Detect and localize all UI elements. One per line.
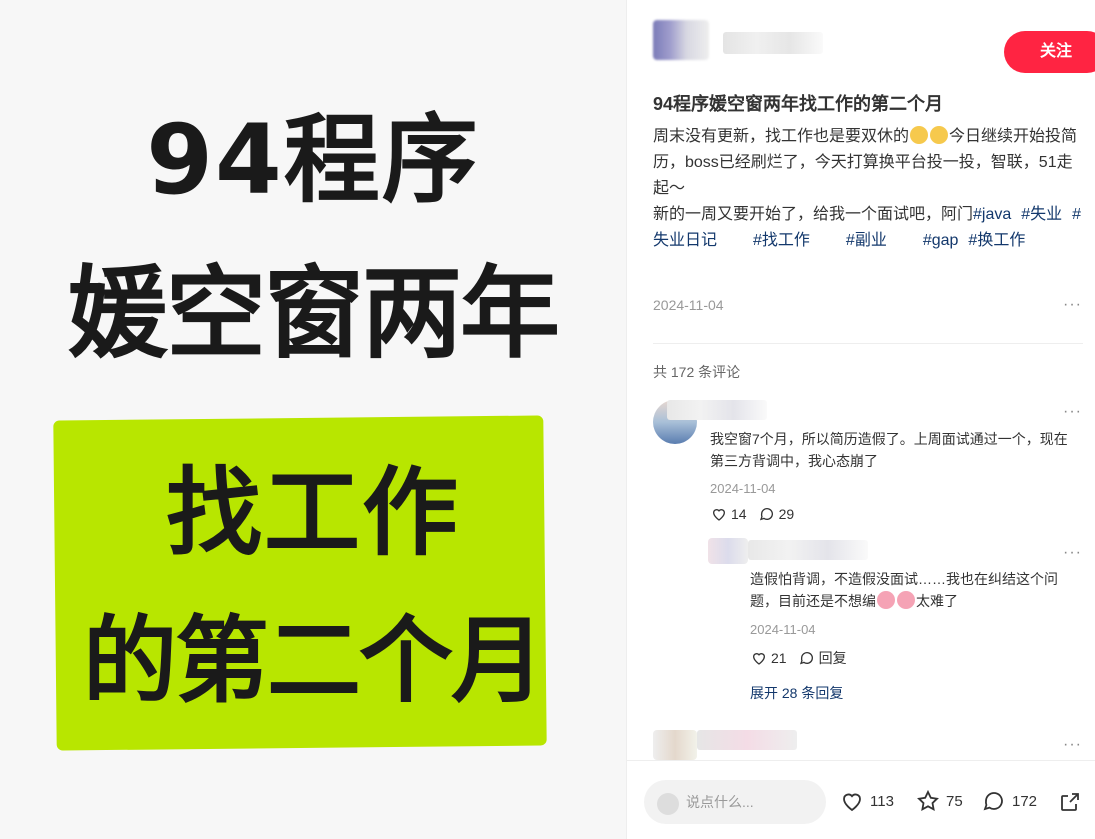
emoji-icon bbox=[910, 126, 929, 144]
post-title: 94程序媛空窗两年找工作的第二个月 bbox=[653, 94, 944, 114]
bottom-action-bar: 说点什么... 113 75 172 bbox=[627, 760, 1095, 839]
hashtag-link[interactable]: #java bbox=[973, 206, 1011, 223]
author-row: 关注 bbox=[653, 14, 1095, 73]
star-icon bbox=[917, 789, 939, 811]
commenter-avatar[interactable] bbox=[653, 730, 697, 760]
comment-like-count: 14 bbox=[731, 506, 747, 522]
crying-emoji-icon bbox=[897, 591, 915, 609]
chat-bubble-icon bbox=[759, 508, 773, 521]
comment-text: 我空窗7个月，所以简历造假了。上周面试通过一个，现在第三方背调中，我心态崩了 bbox=[710, 431, 1068, 469]
more-icon[interactable]: ··· bbox=[1063, 403, 1082, 421]
expand-replies-link[interactable]: 展开 28 条回复 bbox=[750, 683, 843, 703]
heart-icon bbox=[843, 793, 861, 812]
comment-reply-button[interactable]: 29 bbox=[759, 506, 795, 522]
divider bbox=[653, 343, 1083, 344]
heart-icon bbox=[752, 653, 766, 665]
collect-count: 75 bbox=[946, 792, 963, 810]
hashtag-link[interactable]: #失业 bbox=[1021, 206, 1062, 223]
comment-count-bottom: 172 bbox=[1012, 792, 1038, 810]
chat-bubble-icon bbox=[799, 652, 813, 665]
chat-bubble-icon bbox=[983, 792, 1003, 811]
hashtag-link[interactable]: #找工作 bbox=[753, 232, 810, 249]
emoji-icon bbox=[930, 126, 949, 144]
more-icon[interactable]: ··· bbox=[1063, 544, 1082, 562]
reply-avatar[interactable] bbox=[708, 538, 748, 564]
app-root: 94程序 媛空窗两年 找工作 的第二个月 关注 94程序媛空窗两年找工作的第二个… bbox=[0, 0, 1095, 839]
follow-button[interactable]: 关注 bbox=[1004, 31, 1095, 73]
hashtag-link[interactable]: #换工作 bbox=[968, 232, 1025, 249]
reply-actions: 21 回复 bbox=[751, 648, 847, 668]
post-body-part1: 周末没有更新，找工作也是要双休的 bbox=[653, 128, 910, 145]
collect-button[interactable]: 75 bbox=[916, 789, 963, 813]
share-icon[interactable] bbox=[1058, 790, 1082, 814]
post-body: 周末没有更新，找工作也是要双休的 今日继续开始投简历，boss已经刷烂了，今天打算… bbox=[653, 124, 1083, 254]
crying-emoji-icon bbox=[877, 591, 895, 609]
like-count: 113 bbox=[870, 792, 894, 810]
comment-actions: 14 29 bbox=[711, 506, 794, 522]
reply-name-blurred[interactable] bbox=[748, 540, 868, 560]
comment-count: 共 172 条评论 bbox=[653, 364, 741, 380]
commenter-name-blurred[interactable] bbox=[697, 730, 797, 750]
image-text-line3: 找工作 bbox=[166, 457, 460, 569]
image-text-line1: 94程序 bbox=[146, 104, 480, 216]
user-avatar bbox=[657, 793, 679, 815]
image-text-line4: 的第二个月 bbox=[82, 607, 545, 716]
commenter-name-blurred[interactable] bbox=[667, 400, 767, 420]
image-text-line2: 媛空窗两年 bbox=[68, 255, 560, 372]
more-icon[interactable]: ··· bbox=[1063, 736, 1082, 754]
post-detail-panel: 关注 94程序媛空窗两年找工作的第二个月 周末没有更新，找工作也是要双休的 今日继… bbox=[626, 0, 1095, 839]
more-icon[interactable]: ··· bbox=[1063, 296, 1082, 314]
comment-reply-count: 29 bbox=[778, 506, 795, 522]
reply-reply-label: 回复 bbox=[818, 650, 847, 666]
heart-icon bbox=[712, 509, 726, 521]
comment-button[interactable]: 172 bbox=[982, 789, 1037, 813]
author-avatar[interactable] bbox=[653, 20, 709, 60]
reply-text: 造假怕背调，不造假没面试……我也在纠结这个问题，目前还是不想编 太难了 bbox=[750, 568, 1072, 612]
author-name-blurred[interactable] bbox=[723, 32, 823, 54]
comment-date: 2024-11-04 bbox=[710, 481, 776, 496]
post-image[interactable]: 94程序 媛空窗两年 找工作 的第二个月 bbox=[0, 0, 626, 839]
like-button[interactable]: 113 bbox=[840, 789, 894, 813]
reply-reply-button[interactable]: 回复 bbox=[799, 648, 847, 668]
reply-like-button[interactable]: 21 bbox=[751, 650, 787, 666]
reply-date: 2024-11-04 bbox=[750, 622, 816, 637]
post-body-part3: 新的一周又要开始了，给我一个面试吧，阿门 bbox=[653, 206, 974, 223]
comment-like-button[interactable]: 14 bbox=[711, 506, 747, 522]
post-date: 2024-11-04 bbox=[653, 297, 724, 313]
hashtag-link[interactable]: #副业 bbox=[846, 232, 887, 249]
hashtag-link[interactable]: #gap bbox=[923, 232, 959, 249]
reply-text-part2: 太难了 bbox=[916, 593, 958, 609]
reply-like-count: 21 bbox=[771, 650, 787, 666]
